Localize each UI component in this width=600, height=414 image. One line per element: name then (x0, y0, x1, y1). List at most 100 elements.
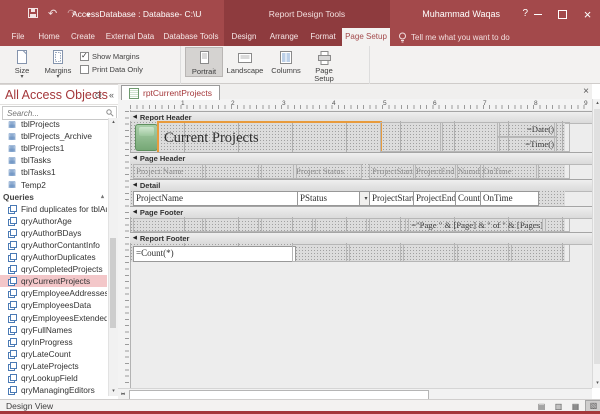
logo-image-control[interactable] (135, 124, 158, 151)
textbox-projectstart[interactable]: ProjectStart (369, 191, 416, 206)
empty-cell[interactable] (133, 218, 206, 232)
empty-cell[interactable] (380, 122, 443, 152)
tab-home[interactable]: Home (34, 28, 64, 46)
nav-item[interactable]: qryInProgress (0, 336, 107, 348)
vertical-scrollbar[interactable] (592, 99, 600, 388)
empty-cell[interactable] (554, 122, 570, 152)
nav-item[interactable]: qryLookupField (0, 372, 107, 384)
column-label[interactable]: ProjectEnd (413, 164, 458, 179)
nav-item[interactable]: qryAuthorAge (0, 215, 107, 227)
nav-item[interactable]: tblProjects_Archive (0, 130, 107, 142)
detail-section[interactable]: ProjectName PStatus ProjectStart Project… (130, 190, 565, 206)
report-title-control-selected[interactable]: Current Projects (157, 121, 382, 155)
scrollbar-thumb[interactable] (594, 109, 600, 364)
textbox-ontime[interactable]: OnTime (480, 191, 539, 206)
tab-page-setup[interactable]: Page Setup (342, 28, 390, 46)
empty-cell[interactable] (508, 244, 570, 262)
nav-item[interactable]: qryAuthorContantInfo (0, 239, 107, 251)
save-icon[interactable] (28, 8, 38, 21)
close-button[interactable] (575, 0, 600, 28)
nav-item[interactable]: qryAuthorDuplicates (0, 251, 107, 263)
tab-external-data[interactable]: External Data (102, 28, 158, 46)
empty-cell[interactable] (366, 218, 409, 232)
close-document-icon[interactable]: × (583, 86, 589, 97)
nav-menu-icon[interactable] (94, 90, 102, 101)
nav-item[interactable]: qryManagingEditors (0, 384, 107, 396)
account-name[interactable]: Muhammad Waqas (422, 9, 500, 19)
nav-item[interactable]: tblTasks (0, 154, 107, 166)
scrollbar-thumb[interactable] (110, 238, 116, 328)
nav-scrollbar[interactable] (108, 118, 118, 396)
maximize-button[interactable] (550, 0, 575, 28)
tab-create[interactable]: Create (66, 28, 100, 46)
document-tab-active[interactable]: rptCurrentProjects (121, 85, 220, 100)
nav-item[interactable]: qryEmployeesData (0, 299, 107, 311)
empty-cell[interactable] (440, 122, 500, 152)
tab-format[interactable]: Format (306, 28, 340, 46)
landscape-button[interactable]: Landscape (223, 47, 267, 75)
textbox-projectname[interactable]: ProjectName (133, 191, 301, 206)
undo-icon[interactable] (48, 9, 57, 20)
nav-item[interactable]: Temp2 (0, 178, 107, 190)
minimize-button[interactable] (525, 0, 550, 28)
combobox-pstatus[interactable]: PStatus (297, 191, 373, 206)
column-label[interactable]: Project Status (293, 164, 362, 179)
nav-item[interactable]: tblTasks1 (0, 166, 107, 178)
scroll-down-icon[interactable] (109, 387, 118, 396)
nav-item[interactable]: qryLateProjects (0, 360, 107, 372)
report-view-icon[interactable] (534, 401, 549, 412)
tab-file[interactable]: File (4, 28, 32, 46)
scroll-up-icon[interactable] (593, 99, 600, 108)
empty-cell[interactable] (536, 164, 570, 179)
date-expression-control[interactable]: =Date() (497, 122, 557, 137)
size-button[interactable]: Size ▾ (4, 47, 40, 80)
portrait-button[interactable]: Portrait (185, 47, 223, 77)
scroll-up-icon[interactable] (109, 118, 118, 127)
empty-cell[interactable] (346, 244, 404, 262)
layout-view-icon[interactable] (568, 401, 583, 412)
nav-pane-header[interactable]: All Access Objects (0, 85, 118, 105)
empty-cell[interactable] (542, 218, 570, 232)
page-setup-button[interactable]: Page Setup (305, 47, 343, 84)
margins-button[interactable]: Margins ▾ (40, 47, 76, 80)
nav-item[interactable]: tblProjects1 (0, 142, 107, 154)
empty-cell[interactable] (312, 218, 370, 232)
empty-cell[interactable] (454, 244, 512, 262)
column-label[interactable]: Project Name (133, 164, 206, 179)
empty-cell[interactable] (202, 218, 262, 232)
time-expression-control[interactable]: =Time() (497, 137, 557, 152)
empty-cell[interactable] (258, 218, 316, 232)
nav-group-header-queries[interactable]: Queries▴ (0, 191, 107, 203)
textbox-projectend[interactable]: ProjectEnd (413, 191, 458, 206)
empty-cell[interactable] (400, 244, 458, 262)
nav-item[interactable]: qryLateCount (0, 348, 107, 360)
tab-database-tools[interactable]: Database Tools (160, 28, 222, 46)
nav-item[interactable]: Find duplicates for tblAuthors (0, 203, 107, 215)
nav-item[interactable]: tblProjects (0, 118, 107, 130)
columns-button[interactable]: Columns (267, 47, 305, 75)
page-number-expression-control[interactable]: ="Page " & [Page] & " of " & [Pages] (405, 218, 546, 232)
nav-item[interactable]: qryFullNames (0, 324, 107, 336)
column-label[interactable]: OnTime (480, 164, 539, 179)
collapse-group-icon[interactable]: ▴ (101, 193, 104, 200)
nav-item[interactable]: qryCompletedProjects (0, 263, 107, 275)
empty-cell[interactable] (258, 164, 297, 179)
page-header-section[interactable]: Project Name Project Status ProjectStart… (130, 163, 565, 179)
nav-item-selected[interactable]: qryCurrentProjects (0, 275, 107, 287)
empty-cell[interactable] (202, 164, 262, 179)
count-expression-control[interactable]: =Count(*) (133, 246, 296, 262)
page-footer-section[interactable]: ="Page " & [Page] & " of " & [Pages] (130, 217, 565, 232)
scroll-down-icon[interactable] (593, 379, 600, 388)
tab-design[interactable]: Design (226, 28, 262, 46)
report-header-section[interactable]: Current Projects =Date() =Time() (130, 121, 565, 152)
report-footer-section[interactable]: =Count(*) (130, 243, 565, 262)
tab-arrange[interactable]: Arrange (264, 28, 304, 46)
empty-cell[interactable] (292, 244, 350, 262)
nav-item[interactable]: qryEmployeesExtended (0, 312, 107, 324)
print-data-only-checkbox[interactable]: Print Data Only (80, 65, 143, 74)
column-label[interactable]: ProjectStart (369, 164, 416, 179)
nav-item[interactable]: qryEmployeeAddresses (0, 287, 107, 299)
tell-me-box[interactable]: Tell me what you want to do (398, 28, 510, 46)
nav-item[interactable]: qryAuthorBDays (0, 227, 107, 239)
shutter-bar-close-icon[interactable] (109, 90, 114, 100)
